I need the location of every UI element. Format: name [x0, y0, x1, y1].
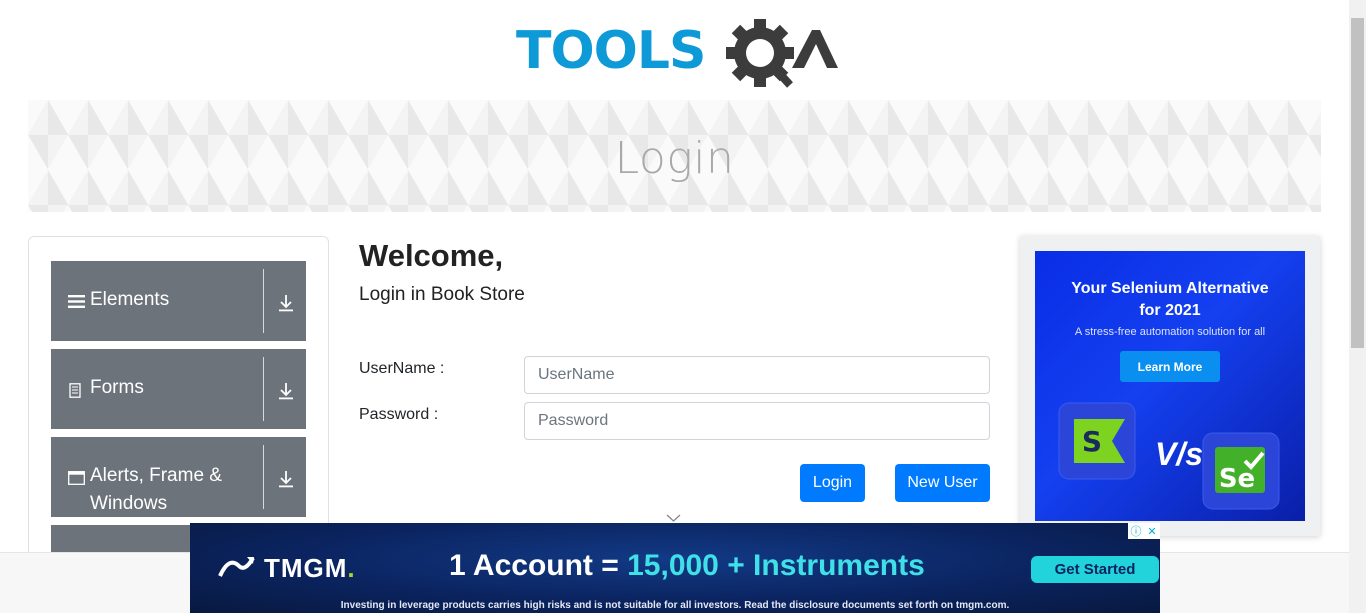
username-input[interactable] [524, 356, 990, 394]
hamburger-icon [68, 294, 85, 314]
selenium-logo-icon: Se [1202, 432, 1280, 510]
tmgm-logo-icon [218, 556, 255, 577]
divider [263, 445, 264, 509]
gear-icon [726, 19, 794, 88]
side-ad-title-line2: for 2021 [1139, 302, 1201, 319]
scrollbar-thumb[interactable] [1351, 18, 1364, 348]
sidebar-group-label-line1: Alerts, Frame & [90, 465, 222, 486]
password-label: Password : [359, 406, 439, 423]
bottom-ad-disclaimer: Investing in leverage products carries h… [340, 600, 1010, 611]
welcome-heading: Welcome, [359, 238, 504, 273]
sidebar-group-alerts-frame-windows[interactable]: Alerts, Frame & Windows [51, 437, 306, 517]
logo-text-tools: TOOLS [516, 21, 705, 81]
login-button[interactable]: Login [800, 464, 865, 502]
password-input[interactable] [524, 402, 990, 440]
new-user-button[interactable]: New User [895, 464, 990, 502]
ad-close-icon[interactable]: ✕ [1144, 523, 1160, 539]
page-title: Login [614, 132, 735, 184]
download-arrow-icon[interactable] [278, 470, 294, 493]
bottom-ad-headline: 1 Account = 15,000 + Instruments [449, 549, 925, 583]
tmgm-brand-dot: . [347, 553, 356, 583]
learn-more-button[interactable]: Learn More [1120, 351, 1220, 382]
tmgm-brand: TMGM. [264, 553, 356, 584]
katalon-logo-icon: S [1058, 402, 1136, 480]
headline-part2: 15,000 + Instruments [627, 549, 925, 582]
login-subtitle: Login in Book Store [359, 284, 525, 305]
side-ad[interactable]: Your Selenium Alternative for 2021 A str… [1035, 251, 1305, 521]
sidebar-group-elements[interactable]: Elements [51, 261, 306, 341]
window-icon [68, 471, 85, 490]
svg-text:S: S [1082, 425, 1102, 458]
divider [263, 269, 264, 333]
side-ad-vs: V/s [1155, 436, 1204, 472]
sidebar-group-forms[interactable]: Forms [51, 349, 306, 429]
side-ad-title-line1: Your Selenium Alternative [1071, 280, 1269, 297]
headline-part1: 1 Account = [449, 549, 628, 582]
page-banner: Login [28, 100, 1321, 212]
ad-choices[interactable]: ⓘ ✕ [1128, 523, 1160, 539]
divider [263, 357, 264, 421]
bottom-banner-ad[interactable]: TMGM. 1 Account = 15,000 + Instruments G… [190, 523, 1160, 613]
sidebar-group-label: Elements [90, 289, 170, 310]
left-panel: Elements Forms Alerts, Frame & Windows [28, 236, 329, 566]
document-icon [68, 383, 82, 403]
download-arrow-icon[interactable] [278, 382, 294, 405]
sidebar-group-label-line2: Windows [90, 493, 168, 514]
sidebar-group-label: Forms [90, 377, 144, 398]
side-ad-subtitle: A stress-free automation solution for al… [1074, 326, 1266, 338]
side-ad-title: Your Selenium Alternative for 2021 [1035, 278, 1305, 322]
ad-info-icon[interactable]: ⓘ [1128, 523, 1144, 539]
toolsqa-logo[interactable]: TOOLS [516, 16, 838, 90]
download-arrow-icon[interactable] [278, 294, 294, 317]
username-label: UserName : [359, 360, 445, 377]
get-started-button[interactable]: Get Started [1031, 556, 1159, 583]
tmgm-brand-text: TMGM [264, 553, 348, 583]
